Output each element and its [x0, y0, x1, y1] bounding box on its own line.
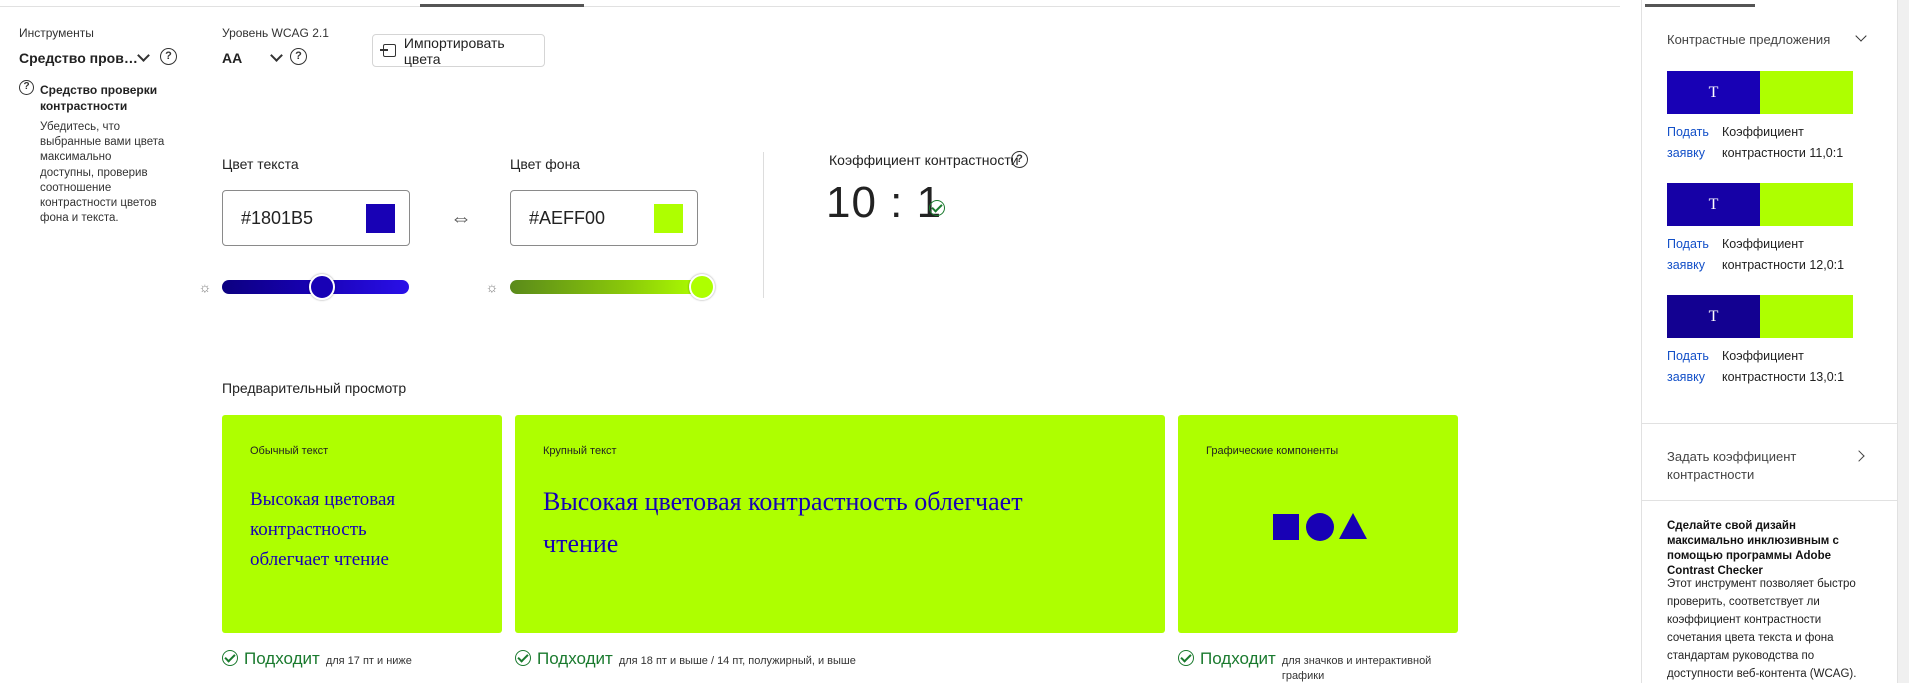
- brightness-icon: ☼: [198, 279, 212, 295]
- suggestion-swatch[interactable]: T: [1667, 295, 1853, 338]
- large-text-result: Подходит для 18 пт и выше / 14 пт, полуж…: [515, 649, 856, 669]
- right-tab-indicator: [1645, 4, 1755, 7]
- contrast-ratio-label: Коэффициент контрастности: [829, 152, 1019, 168]
- description-title: Средство проверки контрастности: [40, 83, 158, 113]
- tools-label: Инструменты: [19, 26, 94, 40]
- bg-color-swatch[interactable]: [654, 204, 683, 233]
- card-sample-text: Высокая цветовая контрастность облегчает…: [543, 487, 1023, 558]
- wcag-label: Уровень WCAG 2.1: [222, 26, 329, 40]
- pass-check-icon: [1178, 650, 1194, 666]
- import-icon: [380, 44, 396, 57]
- preview-card-large: Крупный текст Высокая цветовая контрастн…: [515, 415, 1165, 633]
- circle-shape-icon: [1306, 513, 1334, 541]
- pass-check-icon: [515, 650, 531, 666]
- pass-check-icon: [222, 650, 238, 666]
- text-color-label: Цвет текста: [222, 156, 299, 172]
- square-shape-icon: [1273, 514, 1299, 540]
- promo-text: Этот инструмент позволяет быстро провери…: [1667, 578, 1857, 680]
- panel-divider: [1642, 500, 1897, 501]
- text-color-swatch[interactable]: [366, 204, 395, 233]
- suggestion-bg-sample: [1760, 295, 1853, 338]
- contrast-checker-page: Инструменты Средство пров… ? Уровень WCA…: [0, 0, 1909, 683]
- bg-color-slider-thumb[interactable]: [689, 274, 715, 300]
- promo-title: Сделайте свой дизайн максимально инклюзи…: [1667, 520, 1839, 577]
- pass-note: для 18 пт и выше / 14 пт, полужирный, и …: [618, 655, 856, 667]
- panel-divider: [1642, 423, 1897, 424]
- text-color-value: #1801B5: [241, 207, 314, 228]
- card-label: Обычный текст: [250, 445, 329, 457]
- tools-help-icon[interactable]: ?: [160, 48, 177, 65]
- normal-text-result: Подходит для 17 пт и ниже: [222, 649, 412, 669]
- info-icon: ?: [19, 80, 34, 95]
- pass-check-icon: [929, 200, 945, 216]
- pass-status: Подходит: [537, 649, 613, 668]
- suggestion-swatch[interactable]: T: [1667, 71, 1853, 114]
- bg-color-label: Цвет фона: [510, 156, 581, 172]
- suggestion-text-sample: T: [1667, 295, 1760, 338]
- suggestion-text-sample: T: [1667, 71, 1760, 114]
- card-label: Крупный текст: [543, 445, 617, 457]
- pass-status: Подходит: [1200, 649, 1276, 668]
- brightness-icon: ☼: [485, 279, 499, 295]
- apply-suggestion-link[interactable]: Подать заявку: [1667, 234, 1712, 276]
- import-button-label: Импортировать цвета: [403, 34, 505, 67]
- scrollbar[interactable]: [1897, 0, 1909, 683]
- pass-status: Подходит: [244, 649, 320, 668]
- suggestion-ratio: Коэффициент контрастности 13,0:1: [1722, 349, 1845, 384]
- swap-colors-icon[interactable]: ⇔: [450, 205, 472, 231]
- pass-note: для значков и интерактивной графики: [1281, 655, 1432, 682]
- preview-card-normal: Обычный текст Высокая цветовая контрастн…: [222, 415, 502, 633]
- import-colors-button[interactable]: Импортировать цвета: [372, 34, 545, 67]
- contrast-help-icon[interactable]: ?: [1011, 151, 1028, 168]
- suggestion-bg-sample: [1760, 71, 1853, 114]
- pass-note: для 17 пт и ниже: [325, 655, 412, 667]
- card-sample-text: Высокая цветовая контрастность облегчает…: [250, 489, 396, 570]
- suggestion-ratio: Коэффициент контрастности 11,0:1: [1722, 125, 1844, 160]
- suggestions-title[interactable]: Контрастные предложения: [1667, 32, 1830, 47]
- suggestion-ratio: Коэффициент контрастности 12,0:1: [1722, 237, 1845, 272]
- triangle-shape-icon: [1339, 513, 1367, 539]
- contrast-ratio-value: 10 : 1: [826, 178, 943, 227]
- tools-chevron-down-icon[interactable]: [137, 49, 150, 62]
- bg-color-brightness-slider[interactable]: [510, 280, 702, 294]
- set-contrast-ratio-item[interactable]: Задать коэффициент контрастности: [1667, 448, 1817, 484]
- graphics-result: Подходит для значков и интерактивной гра…: [1178, 649, 1432, 683]
- active-tab-indicator: [420, 4, 584, 7]
- top-divider: [0, 6, 1620, 7]
- suggestion-text-sample: T: [1667, 183, 1760, 226]
- text-color-slider-thumb[interactable]: [309, 274, 335, 300]
- bg-color-value: #AEFF00: [529, 207, 606, 228]
- apply-suggestion-link[interactable]: Подать заявку: [1667, 346, 1712, 388]
- wcag-select[interactable]: AA: [222, 50, 242, 66]
- vertical-divider: [763, 152, 764, 298]
- apply-suggestion-link[interactable]: Подать заявку: [1667, 122, 1712, 164]
- suggestion-swatch[interactable]: T: [1667, 183, 1853, 226]
- preview-label: Предварительный просмотр: [222, 380, 407, 396]
- preview-card-graphics: Графические компоненты: [1178, 415, 1458, 633]
- wcag-chevron-down-icon[interactable]: [270, 49, 283, 62]
- tools-select[interactable]: Средство пров…: [19, 50, 138, 66]
- wcag-help-icon[interactable]: ?: [290, 48, 307, 65]
- description-text: Убедитесь, что выбранные вами цвета макс…: [40, 121, 165, 225]
- card-label: Графические компоненты: [1206, 445, 1339, 457]
- suggestion-bg-sample: [1760, 183, 1853, 226]
